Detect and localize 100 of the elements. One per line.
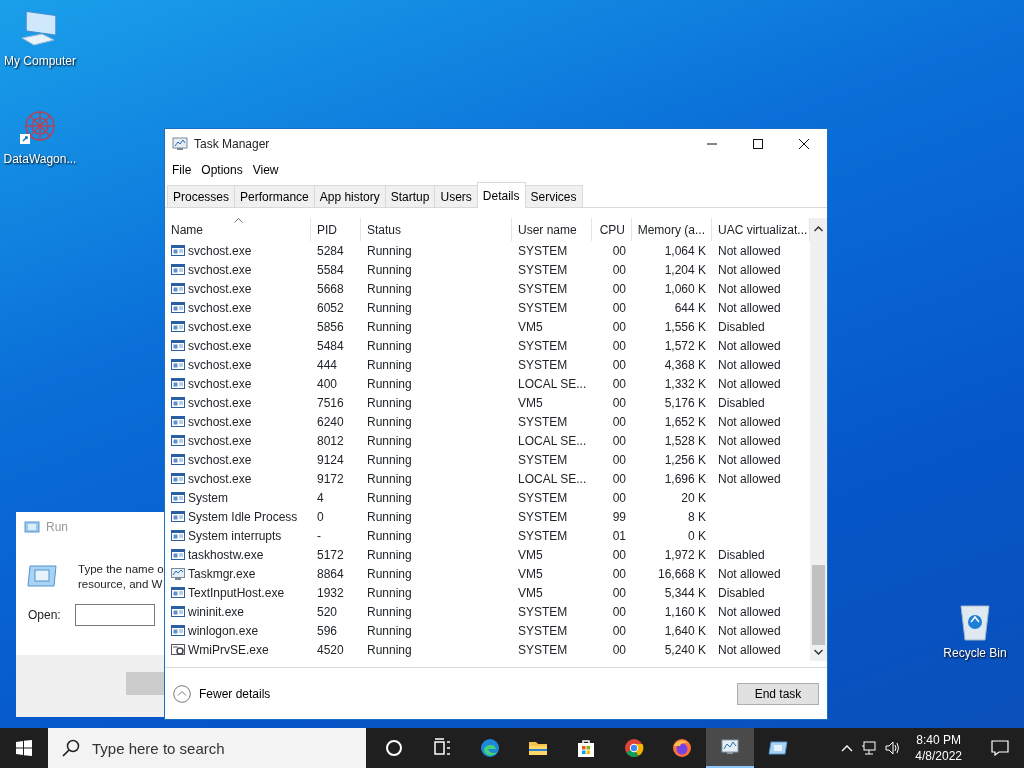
window-title: Run bbox=[46, 519, 68, 536]
taskbar-app-button[interactable] bbox=[706, 728, 754, 768]
column-header[interactable]: User name bbox=[512, 218, 592, 241]
speaker-icon[interactable] bbox=[885, 741, 902, 755]
tab[interactable]: App history bbox=[313, 185, 386, 207]
menu-item[interactable]: Options bbox=[197, 161, 247, 179]
tab[interactable]: Performance bbox=[234, 185, 315, 207]
process-name: svchost.exe bbox=[188, 337, 252, 355]
table-cell-text: 00 bbox=[611, 394, 627, 412]
table-cell-text: 1,332 K bbox=[663, 375, 707, 393]
process-name: System interrupts bbox=[188, 527, 282, 545]
tab[interactable]: Startup bbox=[384, 185, 436, 207]
table-cell-text: Not allowed bbox=[717, 622, 782, 640]
table-cell-text: Running bbox=[366, 318, 413, 336]
table-cell-text: 4 bbox=[316, 489, 325, 507]
table-cell-text: Not allowed bbox=[717, 375, 782, 393]
table-cell-text: 01 bbox=[611, 527, 627, 545]
window-icon bbox=[171, 605, 185, 618]
table-cell-text: 1,060 K bbox=[663, 280, 707, 298]
table-cell-text: SYSTEM bbox=[517, 299, 569, 317]
window-icon bbox=[171, 491, 185, 504]
table-cell-text: 1,640 K bbox=[663, 622, 707, 640]
table-cell-text: Running bbox=[366, 432, 413, 450]
search-field[interactable]: Type here to search bbox=[48, 728, 366, 768]
scrollbar[interactable] bbox=[810, 218, 827, 661]
firefox-browser-icon bbox=[672, 738, 692, 758]
table-cell-text: 00 bbox=[611, 299, 627, 317]
process-name: taskhostw.exe bbox=[188, 546, 264, 564]
fewer-details-button[interactable]: Fewer details bbox=[173, 684, 271, 703]
table-cell-text: Not allowed bbox=[717, 641, 782, 659]
tab[interactable]: Processes bbox=[167, 185, 236, 207]
chrome-browser-icon bbox=[624, 738, 644, 758]
table-cell-text: LOCAL SE... bbox=[517, 432, 588, 450]
table-cell-text: 1,572 K bbox=[663, 337, 707, 355]
table-cell-text: SYSTEM bbox=[517, 451, 569, 469]
open-field[interactable] bbox=[74, 604, 155, 626]
desktop-icon-label[interactable]: DataWagon... bbox=[3, 150, 77, 168]
table-cell-text: 00 bbox=[611, 603, 627, 621]
table-cell-text: 1,972 K bbox=[663, 546, 707, 564]
table-cell-text: - bbox=[316, 527, 322, 545]
scrollbar-thumb[interactable] bbox=[812, 565, 825, 645]
table-cell-text: 00 bbox=[611, 280, 627, 298]
tab[interactable]: Users bbox=[434, 185, 478, 207]
instruction-text: Type the name o bbox=[78, 562, 164, 577]
table-cell-text: 00 bbox=[611, 470, 627, 488]
menu-item[interactable]: View bbox=[248, 161, 283, 179]
table-cell-text: Running bbox=[366, 470, 413, 488]
table-cell-text: 00 bbox=[611, 261, 627, 279]
process-name: svchost.exe bbox=[188, 413, 252, 431]
table-cell-text: Not allowed bbox=[717, 337, 782, 355]
column-header[interactable]: PID bbox=[311, 218, 361, 241]
table-cell-text: VM5 bbox=[517, 565, 544, 583]
process-name: svchost.exe bbox=[188, 394, 252, 412]
end-task-button[interactable]: End task bbox=[737, 682, 819, 705]
table-cell-text: Not allowed bbox=[717, 603, 782, 621]
gear-icon bbox=[171, 643, 185, 656]
table-cell-text: 00 bbox=[611, 489, 627, 507]
table-cell-text: SYSTEM bbox=[517, 280, 569, 298]
circle-icon bbox=[384, 738, 404, 758]
monitor-icon bbox=[171, 567, 185, 580]
table-cell-text: 4,368 K bbox=[663, 356, 707, 374]
column-header[interactable]: Status bbox=[361, 218, 512, 241]
monitor-icon bbox=[720, 737, 740, 757]
table-cell-text: Running bbox=[366, 337, 413, 355]
column-header[interactable]: Name bbox=[165, 218, 311, 241]
window-icon bbox=[171, 263, 185, 276]
menu-item[interactable]: File bbox=[168, 161, 196, 179]
process-name: TextInputHost.exe bbox=[188, 584, 285, 602]
desktop-icon-label[interactable]: Recycle Bin bbox=[943, 644, 1007, 662]
clock[interactable]: 8:40 PM 4/8/2022 bbox=[909, 732, 968, 764]
instruction-text: resource, and W bbox=[78, 577, 164, 592]
network-icon[interactable] bbox=[861, 741, 878, 755]
chevron-up-icon[interactable] bbox=[841, 744, 854, 752]
table-cell-text: Disabled bbox=[717, 546, 766, 564]
window-title: Task Manager bbox=[194, 136, 270, 153]
table-cell-text: Not allowed bbox=[717, 432, 782, 450]
column-header[interactable]: Memory (a... bbox=[632, 218, 712, 241]
table-cell-text: 5856 bbox=[316, 318, 345, 336]
scroll-down-icon bbox=[814, 649, 823, 655]
tab[interactable]: Services bbox=[524, 185, 583, 207]
monitor-icon bbox=[172, 137, 188, 151]
window-icon bbox=[171, 282, 185, 295]
process-name: svchost.exe bbox=[188, 451, 252, 469]
window-icon bbox=[171, 358, 185, 371]
table-cell-text: 1,696 K bbox=[663, 470, 707, 488]
process-name: wininit.exe bbox=[188, 603, 245, 621]
table-cell-text: Running bbox=[366, 375, 413, 393]
table-cell-text: 8 K bbox=[687, 508, 707, 526]
process-name: WmiPrvSE.exe bbox=[188, 641, 269, 659]
table-cell-text: SYSTEM bbox=[517, 413, 569, 431]
time-text: 8:40 PM bbox=[916, 732, 961, 748]
table-cell-text: Running bbox=[366, 565, 413, 583]
window-icon bbox=[171, 586, 185, 599]
window-icon bbox=[171, 434, 185, 447]
table-cell-text: Running bbox=[366, 622, 413, 640]
table-cell-text: 9172 bbox=[316, 470, 345, 488]
column-header[interactable]: CPU bbox=[592, 218, 632, 241]
tab[interactable]: Details bbox=[476, 182, 526, 208]
run-icon bbox=[24, 520, 40, 534]
process-name: svchost.exe bbox=[188, 261, 252, 279]
